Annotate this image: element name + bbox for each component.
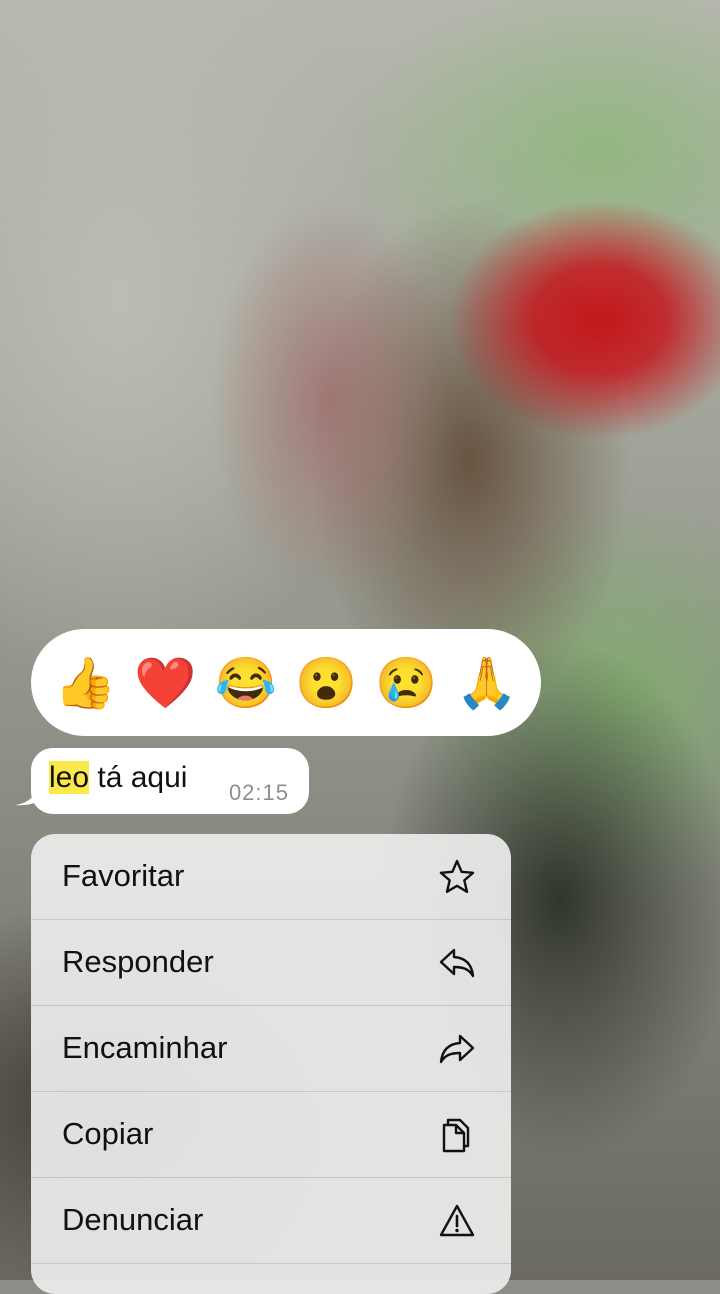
bubble-tail [15, 786, 39, 806]
heart-reaction[interactable]: ❤️ [130, 653, 200, 713]
menu-item-encaminhar[interactable]: Encaminhar [31, 1006, 511, 1092]
laughing-reaction[interactable]: 😂 [211, 653, 281, 713]
crying-reaction[interactable]: 😢 [371, 653, 441, 713]
message-bubble[interactable]: leo tá aqui 02:15 [15, 748, 309, 814]
pray-reaction[interactable]: 🙏 [452, 653, 522, 713]
warning-icon [439, 1204, 475, 1237]
menu-item-responder[interactable]: Responder [31, 920, 511, 1006]
menu-item-label: Responder [62, 944, 214, 979]
menu-item-label: Favoritar [62, 858, 185, 893]
star-icon [439, 859, 475, 893]
forward-icon [439, 1034, 475, 1064]
message-text: leo tá aqui [49, 761, 187, 795]
reply-icon [439, 948, 475, 978]
menu-item-label: Encaminhar [62, 1030, 228, 1065]
message-rest: tá aqui [89, 761, 188, 794]
message-highlight: leo [49, 761, 90, 794]
menu-item-label: Denunciar [62, 1202, 204, 1237]
context-menu: Favoritar Responder Encaminhar Copiar De… [31, 834, 511, 1294]
reaction-bar: 👍 ❤️ 😂 😮 😢 🙏 [31, 629, 541, 736]
menu-item-label: Copiar [62, 1116, 154, 1151]
thumbs-up-reaction[interactable]: 👍 [50, 653, 120, 713]
menu-item-favoritar[interactable]: Favoritar [31, 834, 511, 920]
message-time: 02:15 [228, 780, 289, 805]
menu-item-copiar[interactable]: Copiar [31, 1092, 511, 1178]
surprised-reaction[interactable]: 😮 [291, 653, 361, 713]
copy-icon [442, 1118, 470, 1153]
menu-item-denunciar[interactable]: Denunciar [31, 1178, 511, 1264]
